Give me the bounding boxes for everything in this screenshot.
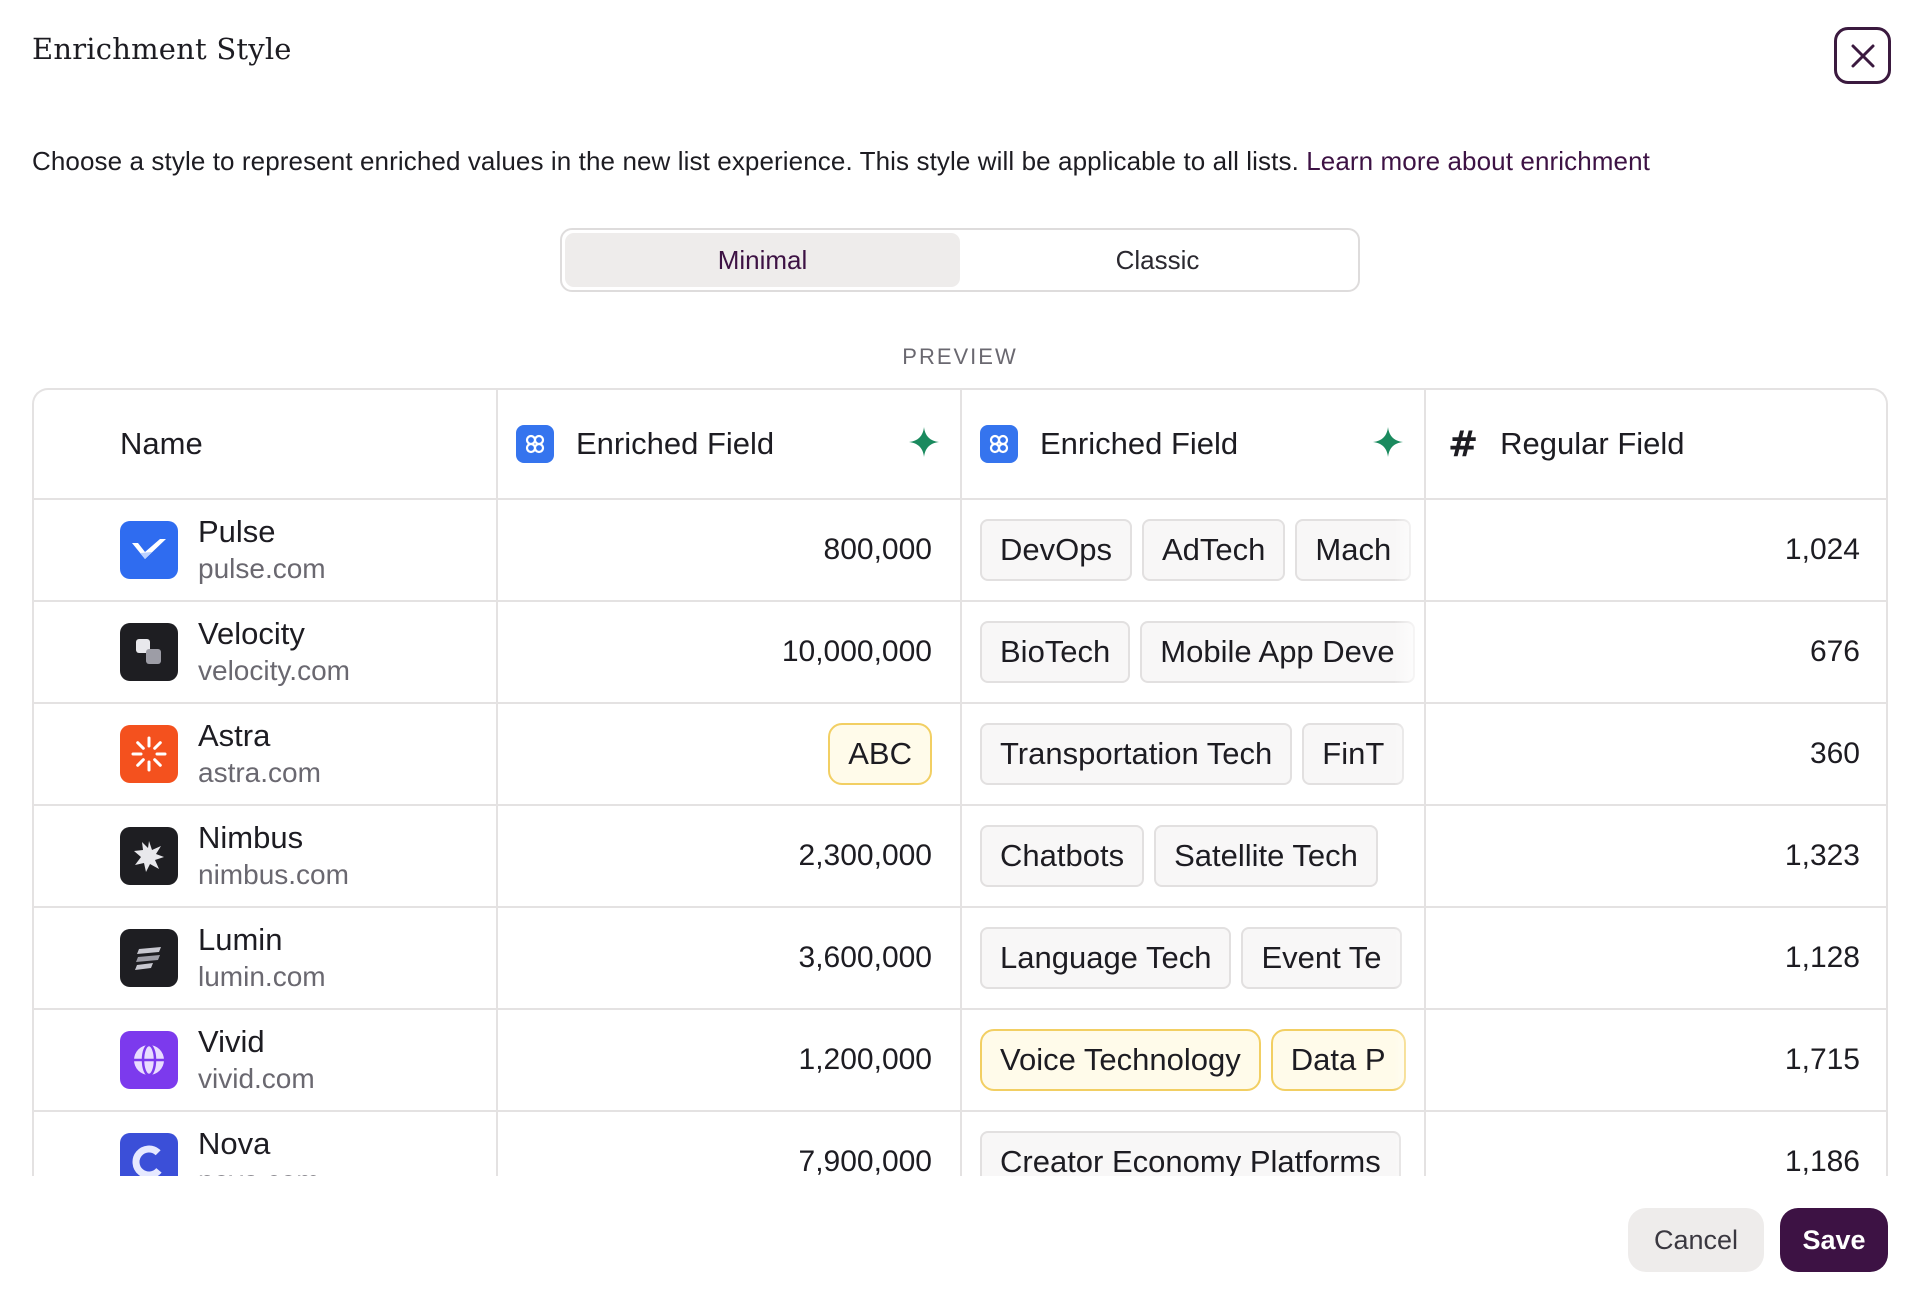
- tags-cell: Voice Technology Data P: [962, 1010, 1426, 1110]
- enrichment-icon: [980, 425, 1018, 463]
- vivid-logo: [120, 1031, 178, 1089]
- company-name: Vivid: [198, 1024, 265, 1059]
- enrichment-icon: [516, 425, 554, 463]
- enriched-value-cell: 1,200,000: [498, 1010, 962, 1110]
- tags-cell: DevOps AdTech Mach: [962, 500, 1426, 600]
- table-header: Name Enriched Field Enriched Field # Reg…: [34, 390, 1886, 500]
- table-row[interactable]: Astra astra.com ABC Transportation Tech …: [34, 704, 1886, 806]
- tag-pill: Satellite Tech: [1154, 825, 1378, 887]
- column-header-label: Regular Field: [1500, 426, 1685, 461]
- column-header-label: Enriched Field: [576, 426, 775, 461]
- tag-pill: Mobile App Deve: [1140, 621, 1415, 683]
- name-cell: Velocity velocity.com: [34, 602, 498, 702]
- column-header-enriched-2[interactable]: Enriched Field: [962, 390, 1426, 498]
- dialog-title: Enrichment Style: [32, 32, 292, 66]
- table-row[interactable]: Velocity velocity.com 10,000,000 BioTech…: [34, 602, 1886, 704]
- company-domain: velocity.com: [198, 655, 350, 686]
- table-row[interactable]: Lumin lumin.com 3,600,000 Language Tech …: [34, 908, 1886, 1010]
- company-domain: nova.com: [198, 1163, 319, 1176]
- enrichment-style-dialog: Enrichment Style Choose a style to repre…: [0, 0, 1920, 1304]
- company-name: Pulse: [198, 514, 276, 549]
- company-name: Nova: [198, 1126, 271, 1161]
- table-row[interactable]: Vivid vivid.com 1,200,000 Voice Technolo…: [34, 1010, 1886, 1112]
- velocity-logo: [120, 623, 178, 681]
- regular-value-cell: 1,128: [1784, 941, 1860, 974]
- tag-pill: BioTech: [980, 621, 1131, 683]
- sparkle-icon: [909, 427, 939, 457]
- enriched-value-cell: 800,000: [498, 500, 962, 600]
- column-header-label: Name: [120, 426, 203, 461]
- regular-value-cell: 360: [1809, 737, 1860, 770]
- tags-cell: BioTech Mobile App Deve: [962, 602, 1426, 702]
- preview-table: Name Enriched Field Enriched Field # Reg…: [32, 388, 1888, 1176]
- nova-logo: [120, 1133, 178, 1176]
- enriched-value-cell: ABC: [498, 704, 962, 804]
- company-domain: vivid.com: [198, 1063, 315, 1094]
- name-cell: Pulse pulse.com: [34, 500, 498, 600]
- tag-pill: Language Tech: [980, 927, 1232, 989]
- company-name: Velocity: [198, 616, 305, 651]
- tag-pill: Chatbots: [980, 825, 1145, 887]
- table-row[interactable]: Nova nova.com 7,900,000 Creator Economy …: [34, 1112, 1886, 1176]
- minimal-option[interactable]: Minimal: [565, 233, 960, 287]
- tag-pill: AdTech: [1141, 519, 1286, 581]
- name-cell: Astra astra.com: [34, 704, 498, 804]
- tag-pill: Data P: [1270, 1029, 1406, 1091]
- company-domain: lumin.com: [198, 961, 326, 992]
- lumin-logo: [120, 929, 178, 987]
- cancel-button[interactable]: Cancel: [1628, 1208, 1764, 1272]
- enriched-value-cell: 2,300,000: [498, 806, 962, 906]
- regular-value-cell: 1,024: [1784, 533, 1860, 566]
- astra-logo: [120, 725, 178, 783]
- description-text: Choose a style to represent enriched val…: [32, 146, 1299, 176]
- table-row[interactable]: Pulse pulse.com 800,000 DevOps AdTech Ma…: [34, 500, 1886, 602]
- column-header-label: Enriched Field: [1040, 426, 1239, 461]
- column-header-enriched-1[interactable]: Enriched Field: [498, 390, 962, 498]
- text-value-pill: ABC: [828, 723, 932, 785]
- save-button[interactable]: Save: [1780, 1208, 1888, 1272]
- tags-cell: Transportation Tech FinT: [962, 704, 1426, 804]
- tags-cell: Language Tech Event Te: [962, 908, 1426, 1008]
- classic-option[interactable]: Classic: [960, 233, 1355, 287]
- sparkle-icon: [1373, 427, 1403, 457]
- pulse-logo: [120, 521, 178, 579]
- tags-cell: Creator Economy Platforms: [962, 1112, 1426, 1176]
- learn-more-link[interactable]: Learn more about enrichment: [1306, 146, 1650, 176]
- enriched-value-cell: 3,600,000: [498, 908, 962, 1008]
- style-toggle: Minimal Classic: [560, 228, 1360, 292]
- preview-label: PREVIEW: [902, 344, 1018, 369]
- column-header-regular[interactable]: # Regular Field: [1426, 390, 1886, 498]
- tag-pill: Transportation Tech: [980, 723, 1293, 785]
- company-name: Lumin: [198, 922, 283, 957]
- name-cell: Lumin lumin.com: [34, 908, 498, 1008]
- tag-pill: Voice Technology: [980, 1029, 1261, 1091]
- name-cell: Vivid vivid.com: [34, 1010, 498, 1110]
- tags-cell: Chatbots Satellite Tech: [962, 806, 1426, 906]
- enriched-value-cell: 10,000,000: [498, 602, 962, 702]
- company-name: Nimbus: [198, 820, 304, 855]
- tag-pill: Creator Economy Platforms: [980, 1131, 1401, 1176]
- regular-value-cell: 1,715: [1784, 1043, 1860, 1076]
- company-domain: pulse.com: [198, 553, 326, 584]
- regular-value-cell: 676: [1809, 635, 1860, 668]
- table-row[interactable]: Nimbus nimbus.com 2,300,000 Chatbots Sat…: [34, 806, 1886, 908]
- tag-pill: DevOps: [980, 519, 1132, 581]
- close-icon: [1851, 44, 1874, 67]
- tag-pill: Event Te: [1241, 927, 1402, 989]
- name-cell: Nova nova.com: [34, 1112, 498, 1176]
- dialog-description: Choose a style to represent enriched val…: [32, 146, 1650, 177]
- enriched-value-cell: 7,900,000: [498, 1112, 962, 1176]
- company-domain: nimbus.com: [198, 859, 349, 890]
- company-domain: astra.com: [198, 757, 321, 788]
- tag-pill: FinT: [1302, 723, 1405, 785]
- close-button[interactable]: [1834, 27, 1891, 84]
- name-cell: Nimbus nimbus.com: [34, 806, 498, 906]
- hash-icon: #: [1448, 423, 1479, 465]
- regular-value-cell: 1,186: [1784, 1145, 1860, 1176]
- nimbus-logo: [120, 827, 178, 885]
- company-name: Astra: [198, 718, 271, 753]
- regular-value-cell: 1,323: [1784, 839, 1860, 872]
- column-header-name: Name: [34, 390, 498, 498]
